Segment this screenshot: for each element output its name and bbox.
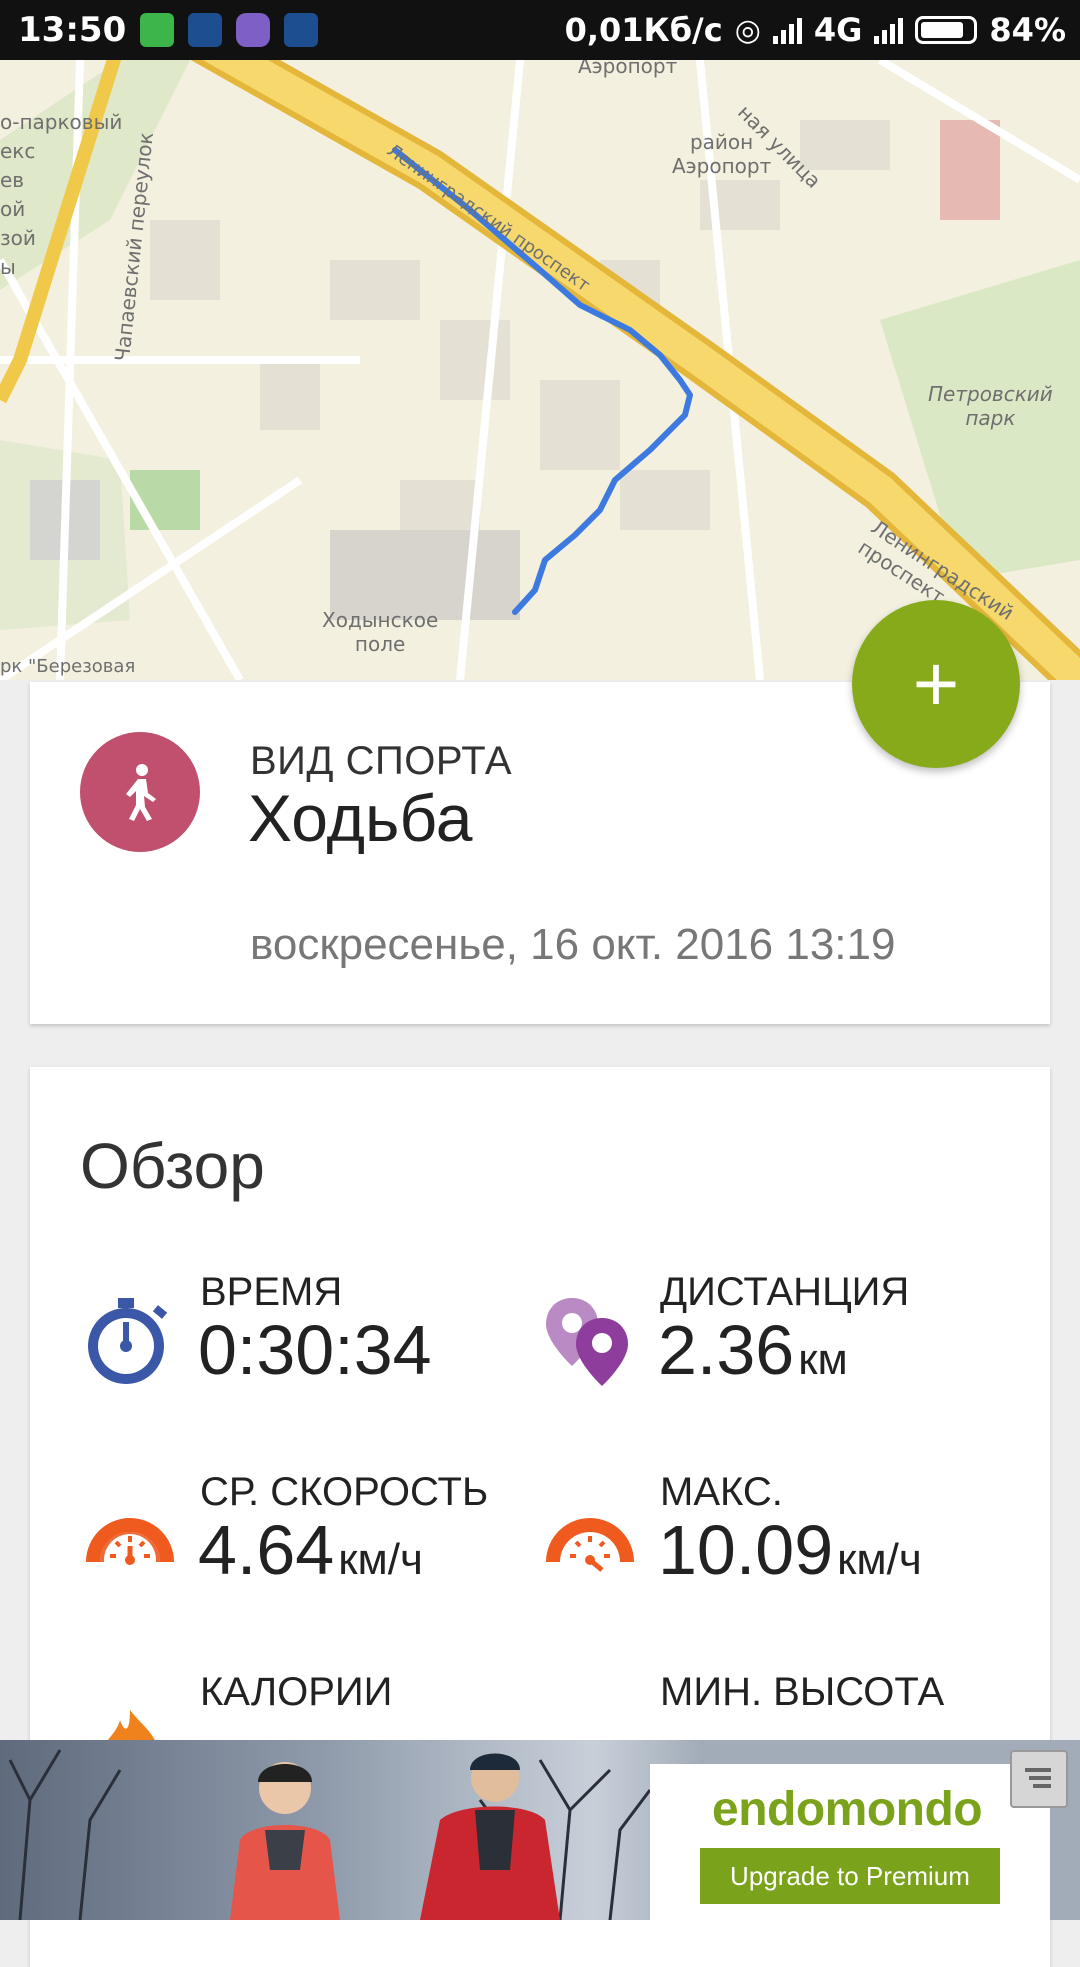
stat-avg-speed-value: 4.64км/ч xyxy=(198,1510,423,1590)
battery-percent: 84% xyxy=(989,11,1066,49)
overview-title: Обзор xyxy=(80,1130,265,1202)
stat-max-speed-number: 10.09 xyxy=(658,1511,834,1589)
map-label-park-left: о-парковый екс ев ой зой ы xyxy=(0,110,123,279)
stat-max-speed-unit: км/ч xyxy=(837,1535,922,1584)
stat-distance: ДИСТАНЦИЯ 2.36км xyxy=(540,1270,980,1410)
endomondo-logo: endomondo xyxy=(712,1783,983,1836)
plus-icon: + xyxy=(912,639,960,728)
network-type: 4G xyxy=(813,11,863,49)
stat-avg-speed-label: СР. СКОРОСТЬ xyxy=(200,1470,489,1514)
signal-icon xyxy=(772,16,802,44)
endomondo-badge-icon xyxy=(1025,1768,1051,1788)
stat-avg-speed: СР. СКОРОСТЬ 4.64км/ч xyxy=(80,1470,520,1610)
battery-fill xyxy=(921,22,964,38)
stat-calories-label: КАЛОРИИ xyxy=(200,1670,393,1714)
clock: 13:50 xyxy=(18,10,127,50)
speedometer-icon xyxy=(546,1518,634,1586)
stat-time-label: ВРЕМЯ xyxy=(200,1270,343,1314)
ad-banner[interactable]: endomondo Upgrade to Premium xyxy=(0,1740,1080,1920)
stat-max-speed: МАКС. 10.09км/ч xyxy=(540,1470,980,1610)
map-label-khodynskoe: Ходынское поле xyxy=(322,608,439,656)
workout-date: воскресенье, 16 окт. 2016 13:19 xyxy=(250,920,896,969)
stat-min-altitude-label: МИН. ВЫСОТА xyxy=(660,1670,945,1714)
stat-distance-unit: км xyxy=(798,1335,848,1384)
stat-avg-speed-number: 4.64 xyxy=(198,1511,335,1589)
speedometer-icon xyxy=(86,1518,174,1586)
map-label-aeroport-top: Аэропорт xyxy=(578,60,678,78)
sport-type-name: Ходьба xyxy=(248,781,473,855)
lock-notification-icon xyxy=(140,13,175,47)
stat-max-speed-label: МАКС. xyxy=(660,1470,783,1514)
sport-type-label: ВИД СПОРТА xyxy=(250,739,513,783)
map-attribution: ts xyxy=(1052,678,1074,680)
map-pins-icon xyxy=(546,1298,628,1386)
stat-time-value: 0:30:34 xyxy=(198,1310,432,1390)
upgrade-premium-button[interactable]: Upgrade to Premium xyxy=(700,1848,1000,1904)
signal-icon-2 xyxy=(874,16,904,44)
status-bar: 13:50 0,01Кб/с ◎ 4G 84% xyxy=(0,0,1080,60)
stat-distance-number: 2.36 xyxy=(658,1311,795,1389)
sport-avatar xyxy=(80,732,200,852)
map-label-petrovsky: Петровский парк xyxy=(928,382,1053,430)
add-button[interactable]: + xyxy=(852,600,1020,768)
walking-person-icon xyxy=(126,764,156,821)
hotspot-icon: ◎ xyxy=(734,12,761,48)
route-map[interactable]: Аэропорт район Аэропорт ная улица Чапаев… xyxy=(0,60,1080,680)
viber-notification-icon xyxy=(236,13,271,47)
ad-promo-panel: endomondo Upgrade to Premium xyxy=(650,1764,1050,1920)
stat-avg-speed-unit: км/ч xyxy=(338,1535,423,1584)
stat-time: ВРЕМЯ 0:30:34 xyxy=(80,1270,520,1410)
tools-notification-icon-2 xyxy=(284,13,319,47)
ad-photo xyxy=(8,1749,650,1920)
stopwatch-icon xyxy=(88,1298,168,1384)
map-label-berezovaya: рк "Березовая xyxy=(0,656,136,677)
network-speed: 0,01Кб/с xyxy=(564,11,723,49)
stat-time-number: 0:30:34 xyxy=(198,1311,432,1389)
stat-distance-value: 2.36км xyxy=(658,1310,848,1390)
stat-max-speed-value: 10.09км/ч xyxy=(658,1510,922,1590)
ad-badge-icon[interactable] xyxy=(1010,1750,1068,1808)
battery-icon xyxy=(915,16,978,44)
stat-distance-label: ДИСТАНЦИЯ xyxy=(660,1270,910,1314)
tools-notification-icon xyxy=(188,13,223,47)
